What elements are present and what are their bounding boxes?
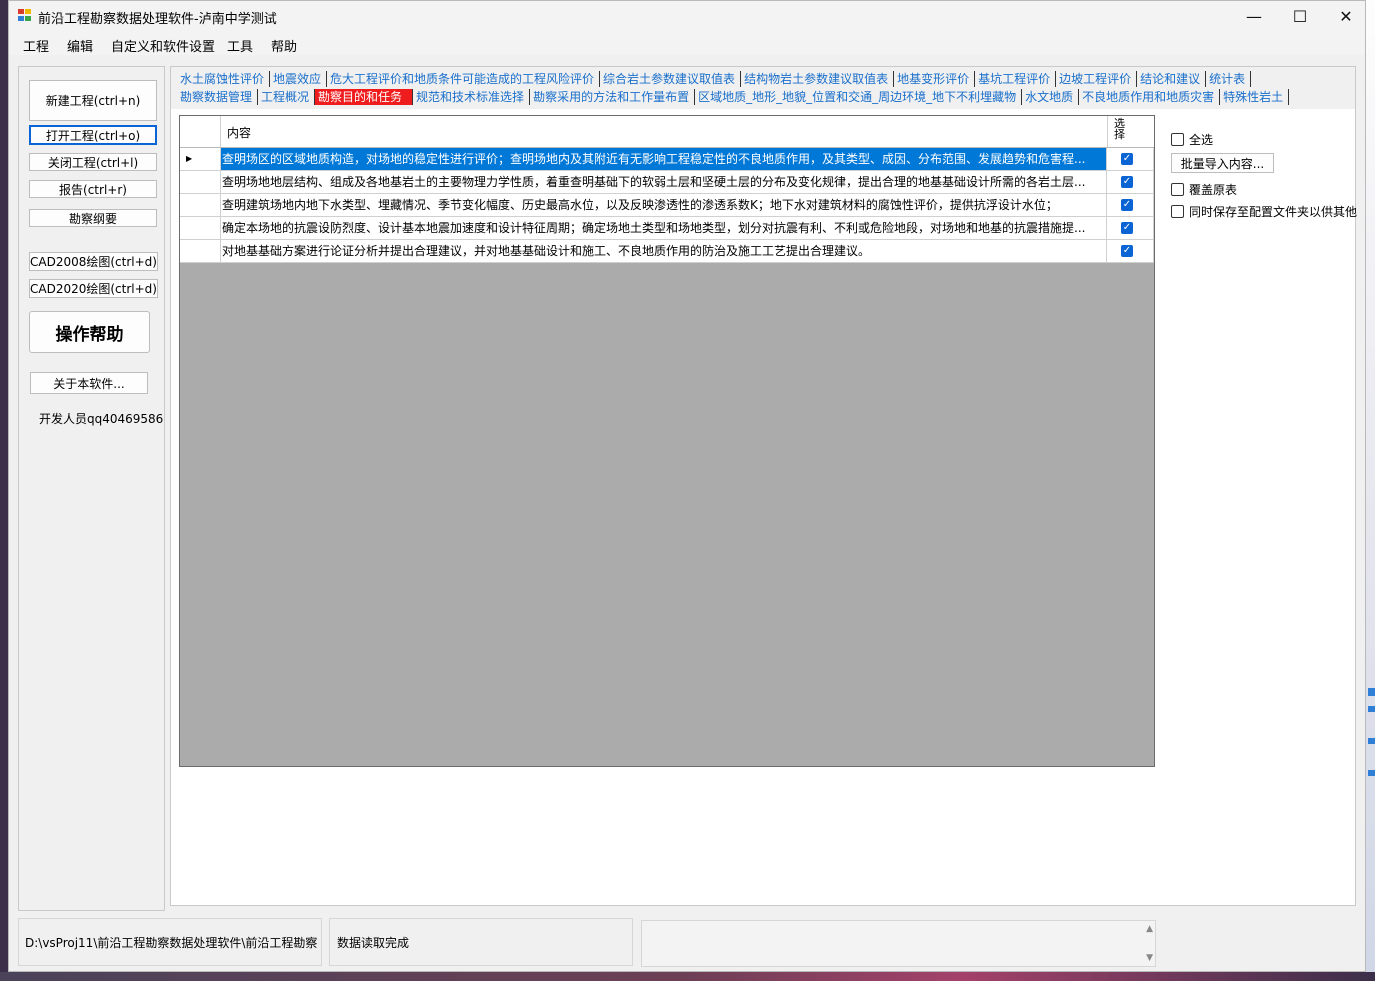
app-window: 前沿工程勘察数据处理软件-泸南中学测试 — ☐ ✕ 工程 编辑 自定义和软件设置… — [8, 0, 1366, 972]
grid-header: 内容 选择 — [180, 116, 1154, 148]
scroll-up-icon[interactable]: ▲ — [1146, 924, 1153, 934]
menu-project[interactable]: 工程 — [23, 36, 49, 55]
overwrite-checkbox[interactable]: 覆盖原表 — [1171, 181, 1237, 198]
left-panel: 新建工程(ctrl+n) 打开工程(ctrl+o) 关闭工程(ctrl+l) 报… — [18, 66, 165, 911]
tab-survey-purpose[interactable]: 勘察目的和任务 — [315, 89, 413, 105]
column-header-select-cell[interactable]: 选择 — [1107, 116, 1154, 147]
tab-survey-data[interactable]: 勘察数据管理 — [177, 89, 259, 105]
tab-methods-workload[interactable]: 勘察采用的方法和工作量布置 — [530, 89, 696, 105]
select-cell[interactable]: ✓ — [1107, 171, 1154, 194]
content-cell[interactable]: 确定本场地的抗震设防烈度、设计基本地震加速度和设计特征周期；确定场地土类型和场地… — [221, 217, 1107, 240]
checkbox-checked-icon[interactable]: ✓ — [1121, 245, 1133, 257]
checkbox-checked-icon[interactable]: ✓ — [1121, 199, 1133, 211]
status-message: 数据读取完成 — [329, 918, 633, 966]
title-bar: 前沿工程勘察数据处理软件-泸南中学测试 — ☐ ✕ — [9, 1, 1365, 31]
close-button[interactable]: ✕ — [1323, 1, 1369, 31]
tab-risk-evaluation[interactable]: 危大工程评价和地质条件可能造成的工程风险评价 — [327, 71, 601, 87]
table-row[interactable]: ▶ 查明场区的区域地质构造，对场地的稳定性进行评价；查明场地内及其附近有无影响工程… — [180, 148, 1154, 171]
minimize-button[interactable]: — — [1231, 1, 1277, 31]
open-project-button[interactable]: 打开工程(ctrl+o) — [29, 125, 157, 145]
row-header[interactable]: ▶ — [180, 148, 221, 171]
desktop-taskbar-edge — [0, 972, 1375, 981]
data-grid[interactable]: 内容 选择 ▶ 查明场区的区域地质构造，对场地的稳定性进行评价；查明场地内及其附近… — [179, 115, 1155, 767]
menu-tools[interactable]: 工具 — [227, 36, 253, 55]
app-icon — [18, 9, 32, 22]
row-header[interactable] — [180, 240, 221, 263]
select-cell[interactable]: ✓ — [1107, 217, 1154, 240]
select-cell[interactable]: ✓ — [1107, 240, 1154, 263]
new-project-button[interactable]: 新建工程(ctrl+n) — [29, 80, 157, 121]
status-path: D:\vsProj11\前沿工程勘察数据处理软件\前沿工程勘察 — [18, 918, 322, 966]
row-header-corner — [180, 116, 221, 147]
select-all-label: 全选 — [1189, 133, 1214, 147]
report-button[interactable]: 报告(ctrl+r) — [29, 180, 157, 198]
select-all-checkbox[interactable]: 全选 — [1171, 131, 1213, 148]
main-panel: 水土腐蚀性评价 地震效应 危大工程评价和地质条件可能造成的工程风险评价 综合岩土参数建… — [170, 66, 1357, 906]
content-cell[interactable]: 查明场地地层结构、组成及各地基岩土的主要物理力学性质，着重查明基础下的软弱土层和… — [221, 171, 1107, 194]
table-row[interactable]: 查明建筑场地内地下水类型、埋藏情况、季节变化幅度、历史最高水位，以及反映渗透性的… — [180, 194, 1154, 217]
window-title: 前沿工程勘察数据处理软件-泸南中学测试 — [38, 12, 277, 27]
cad2008-draw-button[interactable]: CAD2008绘图(ctrl+d) — [29, 252, 158, 271]
menu-help[interactable]: 帮助 — [271, 36, 297, 55]
row-header[interactable] — [180, 217, 221, 240]
menu-bar: 工程 编辑 自定义和软件设置 工具 帮助 — [9, 31, 1365, 55]
cad2020-draw-button[interactable]: CAD2020绘图(ctrl+d) — [29, 279, 158, 298]
current-row-icon: ▶ — [186, 154, 193, 163]
tab-row-2: 勘察数据管理 工程概况 勘察目的和任务 规范和技术标准选择 勘察采用的方法和工作量布置区… — [177, 89, 1290, 107]
about-button[interactable]: 关于本软件... — [30, 372, 148, 394]
checkbox-checked-icon[interactable]: ✓ — [1121, 176, 1133, 188]
developer-label: 开发人员qq40469586 — [39, 412, 164, 426]
tab-strip: 水土腐蚀性评价 地震效应 危大工程评价和地质条件可能造成的工程风险评价 综合岩土参数建… — [171, 67, 1355, 109]
tab-regional-geology[interactable]: 区域地质_地形_地貌_位置和交通_周边环境_地下不利埋藏物 — [695, 89, 1023, 105]
table-row[interactable]: 对地基基础方案进行论证分析并提出合理建议，并对地基基础设计和施工、不良地质作用的… — [180, 240, 1154, 263]
row-header[interactable] — [180, 171, 221, 194]
checkbox-box[interactable] — [1171, 183, 1184, 196]
tab-soil-corrosion[interactable]: 水土腐蚀性评价 — [177, 71, 271, 87]
select-cell[interactable]: ✓ — [1107, 148, 1154, 171]
column-header-content[interactable]: 内容 — [227, 124, 251, 141]
tab-row-1: 水土腐蚀性评价 地震效应 危大工程评价和地质条件可能造成的工程风险评价 综合岩土参数建… — [177, 71, 1252, 89]
tab-pit-evaluation[interactable]: 基坑工程评价 — [975, 71, 1057, 87]
close-project-button[interactable]: 关闭工程(ctrl+l) — [29, 153, 157, 171]
tab-statistics[interactable]: 统计表 — [1206, 71, 1252, 87]
tab-seismic-effect[interactable]: 地震效应 — [270, 71, 328, 87]
save-config-label: 同时保存至配置文件夹以供其他 — [1189, 205, 1358, 219]
scroll-down-icon[interactable]: ▼ — [1146, 953, 1153, 963]
row-header[interactable] — [180, 194, 221, 217]
checkbox-checked-icon[interactable]: ✓ — [1121, 153, 1133, 165]
tab-project-overview[interactable]: 工程概况 — [258, 89, 316, 105]
help-button[interactable]: 操作帮助 — [29, 311, 150, 353]
tab-foundation-deformation[interactable]: 地基变形评价 — [894, 71, 976, 87]
maximize-button[interactable]: ☐ — [1277, 1, 1323, 31]
checkbox-box[interactable] — [1171, 133, 1184, 146]
tab-adverse-geology[interactable]: 不良地质作用和地质灾害 — [1079, 89, 1221, 105]
table-row[interactable]: 查明场地地层结构、组成及各地基岩土的主要物理力学性质，着重查明基础下的软弱土层和… — [180, 171, 1154, 194]
content-cell[interactable]: 对地基基础方案进行论证分析并提出合理建议，并对地基基础设计和施工、不良地质作用的… — [221, 240, 1107, 263]
table-row[interactable]: 确定本场地的抗震设防烈度、设计基本地震加速度和设计特征周期；确定场地土类型和场地… — [180, 217, 1154, 240]
tab-hydrogeology[interactable]: 水文地质 — [1022, 89, 1080, 105]
content-cell[interactable]: 查明建筑场地内地下水类型、埋藏情况、季节变化幅度、历史最高水位，以及反映渗透性的… — [221, 194, 1107, 217]
status-extra-box[interactable]: ▲ ▼ — [641, 920, 1156, 967]
desktop-background-strip — [1366, 0, 1375, 981]
tab-structure-params[interactable]: 结构物岩土参数建议取值表 — [741, 71, 895, 87]
save-config-checkbox[interactable]: 同时保存至配置文件夹以供其他 — [1171, 203, 1357, 220]
tab-conclusions[interactable]: 结论和建议 — [1137, 71, 1207, 87]
content-cell[interactable]: 查明场区的区域地质构造，对场地的稳定性进行评价；查明场地内及其附近有无影响工程稳… — [221, 148, 1107, 171]
column-header-select: 选择 — [1114, 117, 1125, 141]
tab-special-soil[interactable]: 特殊性岩土 — [1220, 89, 1290, 105]
tab-composite-params[interactable]: 综合岩土参数建议取值表 — [600, 71, 742, 87]
tab-slope-evaluation[interactable]: 边坡工程评价 — [1056, 71, 1138, 87]
checkbox-box[interactable] — [1171, 205, 1184, 218]
checkbox-checked-icon[interactable]: ✓ — [1121, 222, 1133, 234]
menu-edit[interactable]: 编辑 — [67, 36, 93, 55]
select-cell[interactable]: ✓ — [1107, 194, 1154, 217]
overwrite-label: 覆盖原表 — [1189, 183, 1238, 197]
outline-button[interactable]: 勘察纲要 — [29, 209, 157, 227]
batch-import-button[interactable]: 批量导入内容... — [1171, 153, 1274, 173]
menu-custom-settings[interactable]: 自定义和软件设置 — [111, 36, 215, 55]
tab-standards[interactable]: 规范和技术标准选择 — [412, 89, 531, 105]
